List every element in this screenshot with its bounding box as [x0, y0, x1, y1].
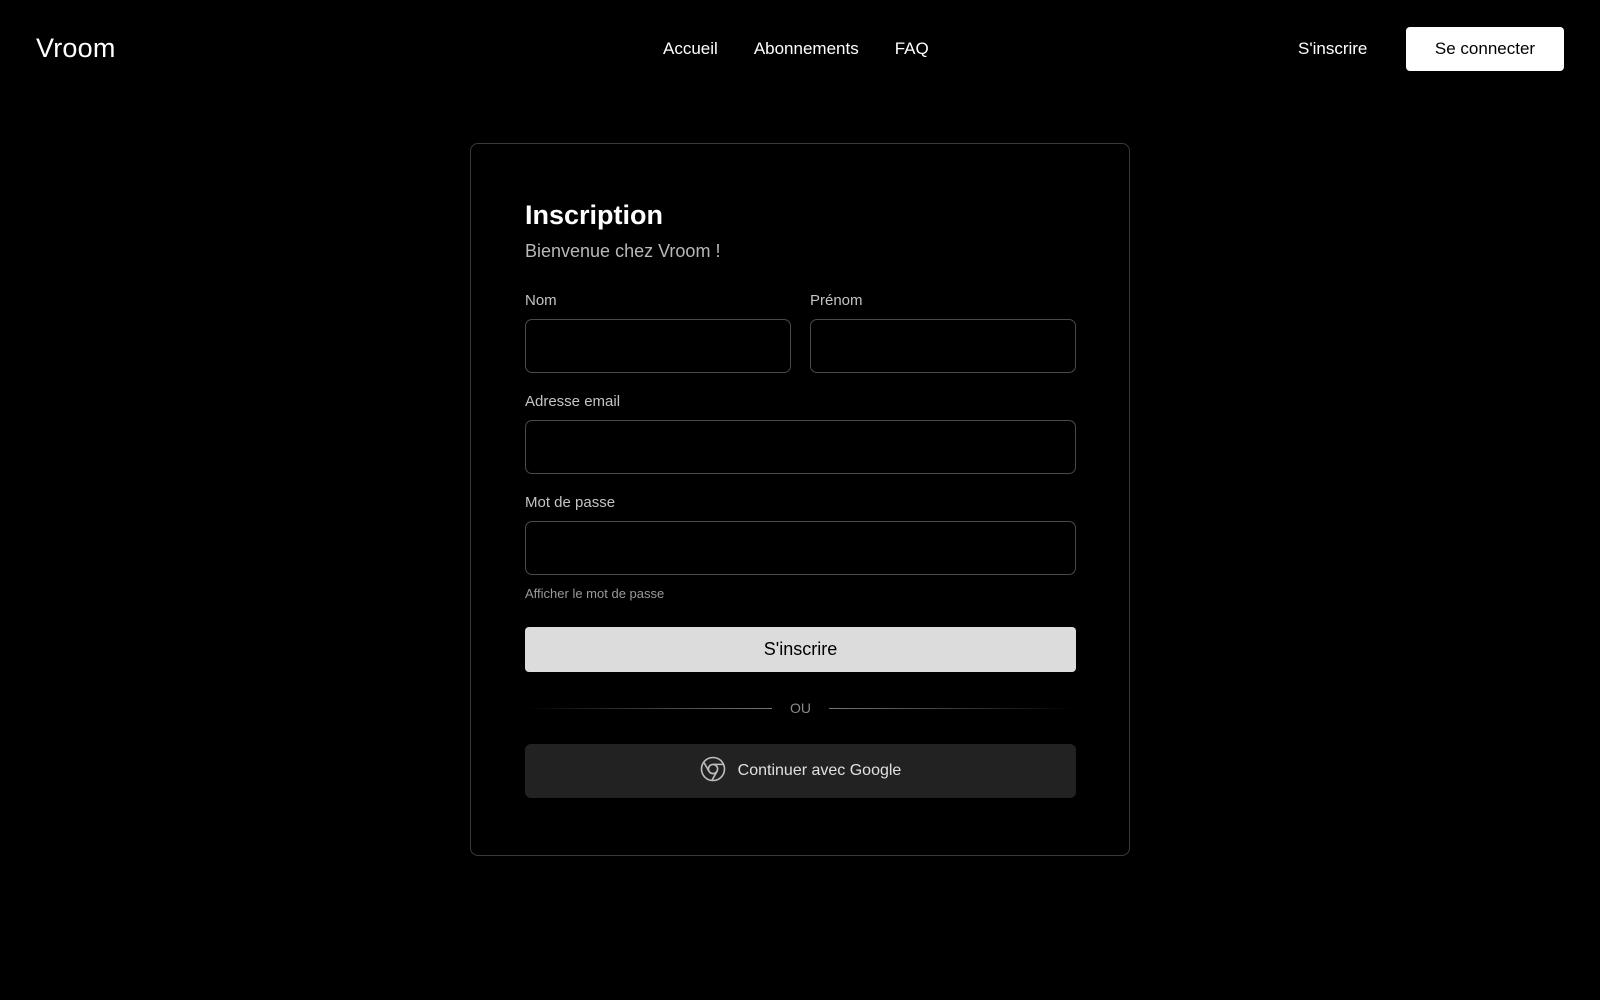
nom-label: Nom	[525, 292, 557, 309]
divider-text: OU	[790, 700, 811, 716]
prenom-input[interactable]	[810, 319, 1076, 373]
nom-input[interactable]	[525, 319, 791, 373]
divider-line-left	[525, 707, 772, 709]
email-group: Adresse email	[525, 393, 1076, 474]
chrome-icon	[700, 756, 726, 787]
form-subtitle: Bienvenue chez Vroom !	[525, 241, 721, 261]
name-row: Nom Prénom	[525, 292, 1076, 373]
signup-form: Inscription Bienvenue chez Vroom ! Nom P…	[525, 198, 1076, 798]
show-password-toggle[interactable]: Afficher le mot de passe	[525, 586, 1076, 601]
logo[interactable]: Vroom	[36, 33, 116, 64]
prenom-group: Prénom	[810, 292, 1076, 373]
prenom-label: Prénom	[810, 292, 863, 309]
top-navbar: Vroom Accueil Abonnements FAQ S'inscrire…	[0, 0, 1600, 98]
nav-link-accueil[interactable]: Accueil	[663, 39, 718, 59]
password-label: Mot de passe	[525, 494, 616, 511]
signup-submit-button[interactable]: S'inscrire	[525, 627, 1076, 672]
nom-group: Nom	[525, 292, 791, 373]
nav-link-abonnements[interactable]: Abonnements	[754, 39, 859, 59]
login-button[interactable]: Se connecter	[1406, 27, 1564, 71]
or-divider: OU	[525, 698, 1076, 718]
google-button-label: Continuer avec Google	[737, 762, 902, 779]
email-input[interactable]	[525, 420, 1076, 474]
nav-link-faq[interactable]: FAQ	[895, 39, 929, 59]
signup-card: Inscription Bienvenue chez Vroom ! Nom P…	[470, 143, 1130, 856]
email-label: Adresse email	[525, 393, 621, 410]
main-nav: Accueil Abonnements FAQ	[663, 39, 929, 59]
divider-line-right	[829, 707, 1076, 709]
signup-link[interactable]: S'inscrire	[1298, 39, 1367, 59]
password-input[interactable]	[525, 521, 1076, 575]
form-title: Inscription	[525, 200, 664, 230]
password-group: Mot de passe Afficher le mot de passe	[525, 494, 1076, 601]
google-signin-button[interactable]: Continuer avec Google	[525, 744, 1076, 798]
